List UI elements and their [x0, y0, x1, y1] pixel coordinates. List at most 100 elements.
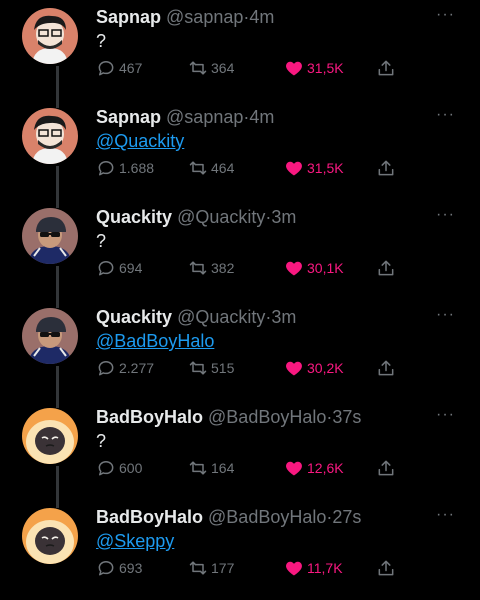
author-name[interactable]: BadBoyHalo: [96, 507, 203, 527]
like-count: 30,2K: [307, 360, 344, 376]
more-dots-icon[interactable]: ···: [436, 507, 455, 523]
author-name[interactable]: BadBoyHalo: [96, 407, 203, 427]
more-dots-icon[interactable]: ···: [436, 407, 455, 423]
tweet-actions: 467 364 31,5K: [0, 56, 480, 80]
share-button[interactable]: [376, 156, 399, 180]
retweet-count: 515: [211, 360, 235, 376]
tweet[interactable]: Quackity @Quackity·3m ? ··· 694 382 30,1…: [0, 200, 480, 300]
retweet-icon: [189, 261, 207, 275]
reply-button[interactable]: 600: [96, 456, 142, 480]
share-upload-icon: [378, 260, 394, 276]
reply-button[interactable]: 694: [96, 256, 142, 280]
reply-bubble-icon: [98, 161, 114, 176]
thread-connector: [56, 300, 59, 308]
thread-connector: [56, 400, 59, 408]
more-dots-icon[interactable]: ···: [436, 7, 455, 23]
like-count: 12,6K: [307, 460, 344, 476]
tweet-header: Quackity @Quackity·3m: [96, 306, 296, 328]
tweet-text: ?: [96, 31, 107, 51]
reply-button[interactable]: 467: [96, 56, 142, 80]
author-name[interactable]: Sapnap: [96, 7, 161, 27]
share-button[interactable]: [376, 356, 399, 380]
thread-timeline: Sapnap @sapnap·4m ? ··· 467 364 31,5K Sa…: [0, 0, 480, 600]
more-dots-icon[interactable]: ···: [436, 107, 455, 123]
retweet-button[interactable]: 164: [188, 456, 234, 480]
thread-connector: [56, 100, 59, 108]
tweet-actions: 1.688 464 31,5K: [0, 156, 480, 180]
author-handle[interactable]: @BadBoyHalo: [208, 507, 326, 527]
author-name[interactable]: Quackity: [96, 307, 172, 327]
retweet-icon: [189, 461, 207, 475]
like-button[interactable]: 31,5K: [284, 56, 344, 80]
share-button[interactable]: [376, 556, 399, 580]
author-handle[interactable]: @Quackity: [177, 307, 265, 327]
reply-button[interactable]: 1.688: [96, 156, 154, 180]
share-upload-icon: [378, 560, 394, 576]
author-name[interactable]: Quackity: [96, 207, 172, 227]
author-handle[interactable]: @BadBoyHalo: [208, 407, 326, 427]
reply-bubble-icon: [98, 261, 114, 276]
heart-icon: [286, 261, 302, 276]
share-button[interactable]: [376, 456, 399, 480]
share-upload-icon: [378, 460, 394, 476]
retweet-count: 364: [211, 60, 235, 76]
tweet-header: Sapnap @sapnap·4m: [96, 6, 274, 28]
like-count: 11,7K: [307, 560, 343, 576]
tweet-text: ?: [96, 231, 107, 251]
author-handle[interactable]: @Quackity: [177, 207, 265, 227]
heart-icon: [286, 361, 302, 376]
tweet-text: ?: [96, 431, 107, 451]
like-button[interactable]: 11,7K: [284, 556, 343, 580]
tweet-header: Quackity @Quackity·3m: [96, 206, 296, 228]
timestamp[interactable]: 4m: [249, 7, 274, 27]
heart-icon: [286, 461, 302, 476]
like-button[interactable]: 30,1K: [284, 256, 344, 280]
tweet[interactable]: Sapnap @sapnap·4m @Quackity ··· 1.688 46…: [0, 100, 480, 200]
author-handle[interactable]: @sapnap: [166, 7, 243, 27]
reply-button[interactable]: 2.277: [96, 356, 154, 380]
tweet[interactable]: Sapnap @sapnap·4m ? ··· 467 364 31,5K: [0, 0, 480, 100]
mention-link[interactable]: @Skeppy: [96, 530, 174, 552]
author-handle[interactable]: @sapnap: [166, 107, 243, 127]
thread-connector: [56, 500, 59, 508]
timestamp[interactable]: 27s: [332, 507, 361, 527]
retweet-icon: [189, 61, 207, 75]
retweet-icon: [189, 361, 207, 375]
tweet[interactable]: BadBoyHalo @BadBoyHalo·27s @Skeppy ··· 6…: [0, 500, 480, 600]
reply-count: 600: [119, 460, 143, 476]
like-button[interactable]: 30,2K: [284, 356, 344, 380]
share-upload-icon: [378, 60, 394, 76]
like-button[interactable]: 31,5K: [284, 156, 344, 180]
heart-icon: [286, 561, 302, 576]
mention-link[interactable]: @Quackity: [96, 130, 184, 152]
share-button[interactable]: [376, 256, 399, 280]
share-button[interactable]: [376, 56, 399, 80]
author-name[interactable]: Sapnap: [96, 107, 161, 127]
retweet-button[interactable]: 177: [188, 556, 234, 580]
reply-bubble-icon: [98, 461, 114, 476]
reply-count: 693: [119, 560, 143, 576]
tweet-header: Sapnap @sapnap·4m: [96, 106, 274, 128]
tweet[interactable]: BadBoyHalo @BadBoyHalo·37s ? ··· 600 164…: [0, 400, 480, 500]
reply-count: 2.277: [119, 360, 155, 376]
like-count: 30,1K: [307, 260, 344, 276]
tweet-actions: 694 382 30,1K: [0, 256, 480, 280]
more-dots-icon[interactable]: ···: [436, 307, 455, 323]
share-upload-icon: [378, 160, 394, 176]
timestamp[interactable]: 4m: [249, 107, 274, 127]
tweet[interactable]: Quackity @Quackity·3m @BadBoyHalo ··· 2.…: [0, 300, 480, 400]
like-button[interactable]: 12,6K: [284, 456, 344, 480]
timestamp[interactable]: 3m: [271, 307, 296, 327]
timestamp[interactable]: 3m: [271, 207, 296, 227]
timestamp[interactable]: 37s: [332, 407, 361, 427]
retweet-button[interactable]: 515: [188, 356, 234, 380]
mention-link[interactable]: @BadBoyHalo: [96, 330, 214, 352]
reply-bubble-icon: [98, 361, 114, 376]
retweet-button[interactable]: 464: [188, 156, 234, 180]
reply-bubble-icon: [98, 61, 114, 76]
reply-button[interactable]: 693: [96, 556, 142, 580]
retweet-button[interactable]: 364: [188, 56, 234, 80]
retweet-button[interactable]: 382: [188, 256, 234, 280]
more-dots-icon[interactable]: ···: [436, 207, 455, 223]
heart-icon: [286, 61, 302, 76]
